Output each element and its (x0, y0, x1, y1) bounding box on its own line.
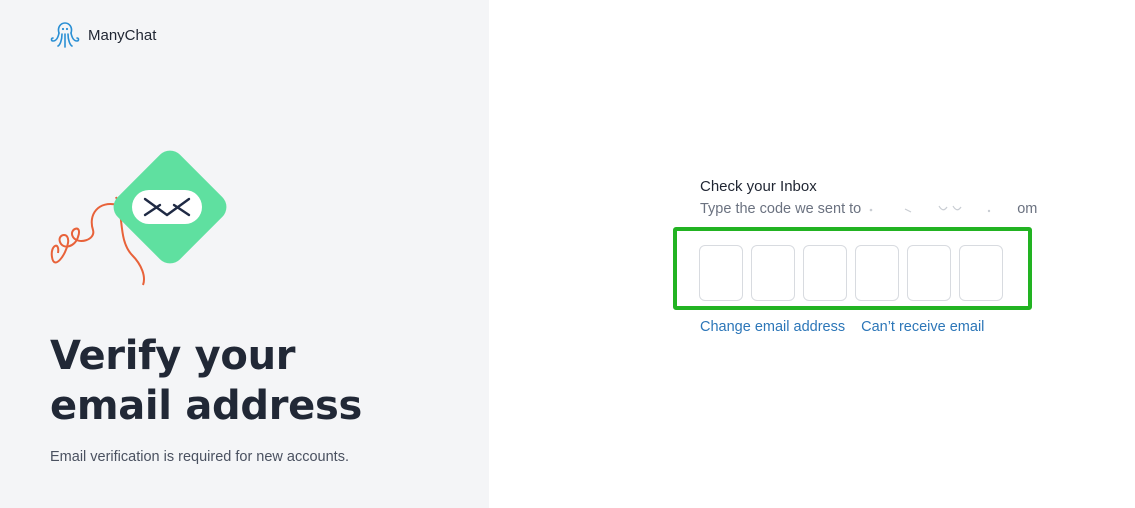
code-digit-3[interactable] (803, 245, 847, 301)
page-title-line-1: Verify your (50, 333, 296, 379)
verify-form-header: Check your Inbox Type the code we sent t… (700, 178, 1037, 217)
verify-description-text: Type the code we sent to (700, 201, 862, 217)
brand-name: ManyChat (88, 26, 157, 44)
redacted-email (865, 203, 1013, 215)
change-email-link[interactable]: Change email address (700, 319, 845, 335)
code-digit-4[interactable] (855, 245, 899, 301)
verify-title: Check your Inbox (700, 178, 817, 195)
email-visible-tail: om (1017, 201, 1038, 217)
brand-logo[interactable]: ManyChat (50, 21, 156, 49)
page-title-line-2: email address (50, 383, 362, 429)
page-title: Verify your email address (50, 331, 362, 431)
verification-note: Email verification is required for new a… (50, 449, 349, 465)
envelope-illustration (50, 150, 227, 286)
left-panel: ManyChat Verify your email address Email… (0, 0, 489, 508)
code-digit-2[interactable] (751, 245, 795, 301)
verification-code-inputs (699, 245, 1003, 301)
scribble-decoration (50, 203, 119, 264)
code-digit-1[interactable] (699, 245, 743, 301)
verify-links: Change email address Can’t receive email (700, 319, 984, 335)
envelope-pill (132, 190, 202, 224)
verify-description: Type the code we sent to om (700, 201, 1037, 217)
code-digit-6[interactable] (959, 245, 1003, 301)
manychat-octopus-icon (50, 22, 80, 48)
code-digit-5[interactable] (907, 245, 951, 301)
cant-receive-email-link[interactable]: Can’t receive email (861, 319, 984, 335)
